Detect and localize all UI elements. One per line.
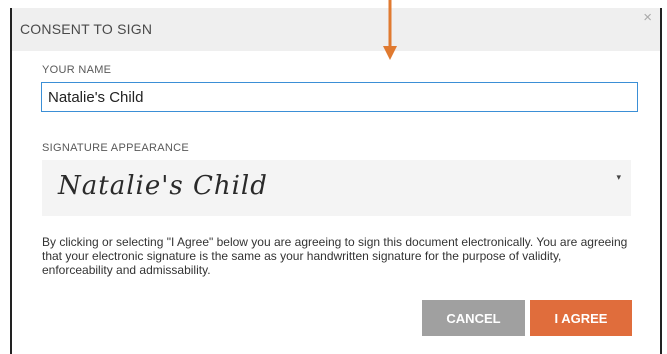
consent-disclaimer: By clicking or selecting "I Agree" below… [42,235,628,277]
signature-appearance-label: SIGNATURE APPEARANCE [42,142,189,154]
agree-button[interactable]: I AGREE [530,300,632,336]
dialog-header: CONSENT TO SIGN × [12,8,660,51]
chevron-down-icon: ▾ [616,172,621,182]
signature-appearance-select[interactable]: Natalie's Child ▾ [42,160,631,216]
signature-preview: Natalie's Child [58,171,268,201]
consent-dialog: CONSENT TO SIGN × YOUR NAME SIGNATURE AP… [10,8,662,354]
your-name-label: YOUR NAME [42,64,112,76]
cancel-button[interactable]: CANCEL [422,300,525,336]
annotation-arrow-icon [383,0,397,60]
close-icon[interactable]: × [643,10,652,26]
dialog-title: CONSENT TO SIGN [20,21,153,37]
your-name-input[interactable] [41,82,638,112]
